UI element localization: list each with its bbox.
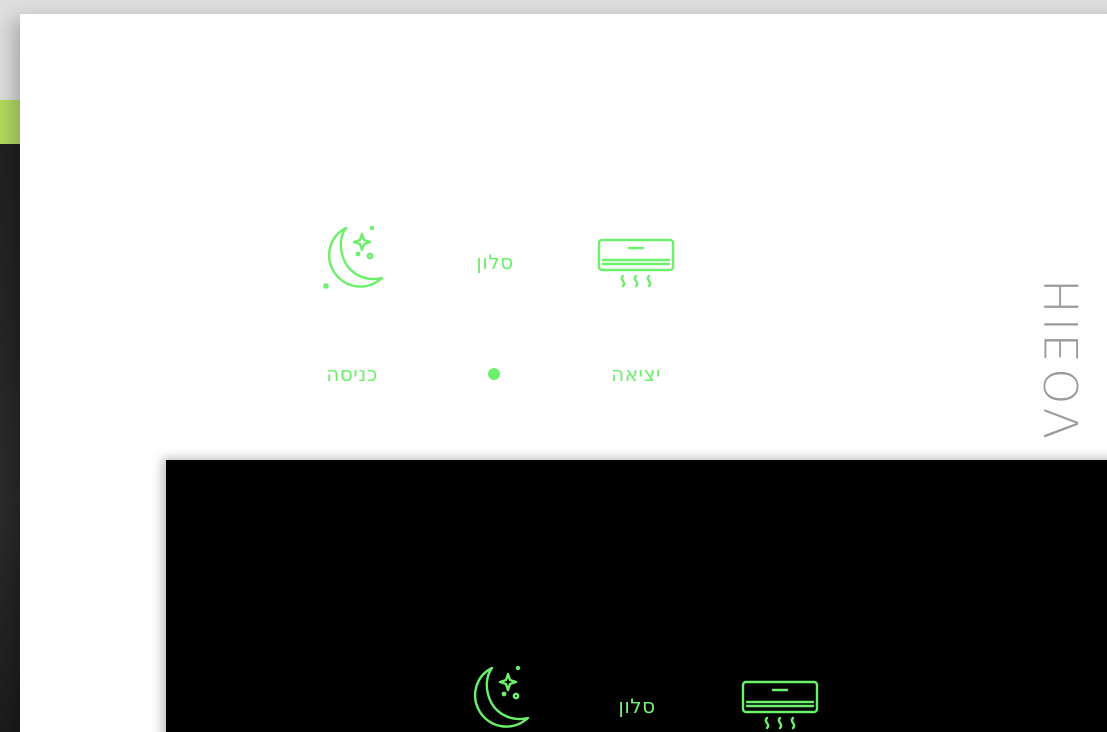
air-conditioner-icon xyxy=(595,234,677,296)
exit-label: יציאה xyxy=(611,362,661,386)
living-room-button[interactable]: סלון xyxy=(450,240,540,284)
indicator-dot xyxy=(488,368,500,380)
exit-button[interactable]: יציאה xyxy=(588,352,684,396)
moon-stars-icon xyxy=(312,220,392,300)
night-mode-button-dark[interactable] xyxy=(452,660,544,732)
living-room-label: סלון xyxy=(618,694,656,718)
moon-stars-icon xyxy=(458,660,538,732)
air-conditioner-icon xyxy=(739,676,821,732)
entrance-button[interactable]: כניסה xyxy=(306,352,398,396)
air-conditioner-button-dark[interactable] xyxy=(734,676,826,732)
product-photo: סלון כניסה יציאה VO∃IH סלון xyxy=(0,0,1107,732)
night-mode-button[interactable] xyxy=(306,218,398,302)
living-room-label: סלון xyxy=(476,250,514,274)
living-room-button-dark[interactable]: סלון xyxy=(592,684,682,728)
entrance-label: כניסה xyxy=(326,362,378,386)
brand-logo: VO∃IH xyxy=(1035,262,1089,452)
status-indicator xyxy=(470,352,518,396)
brand-logo-text: VO∃IH xyxy=(1035,274,1089,440)
air-conditioner-button[interactable] xyxy=(590,230,682,300)
